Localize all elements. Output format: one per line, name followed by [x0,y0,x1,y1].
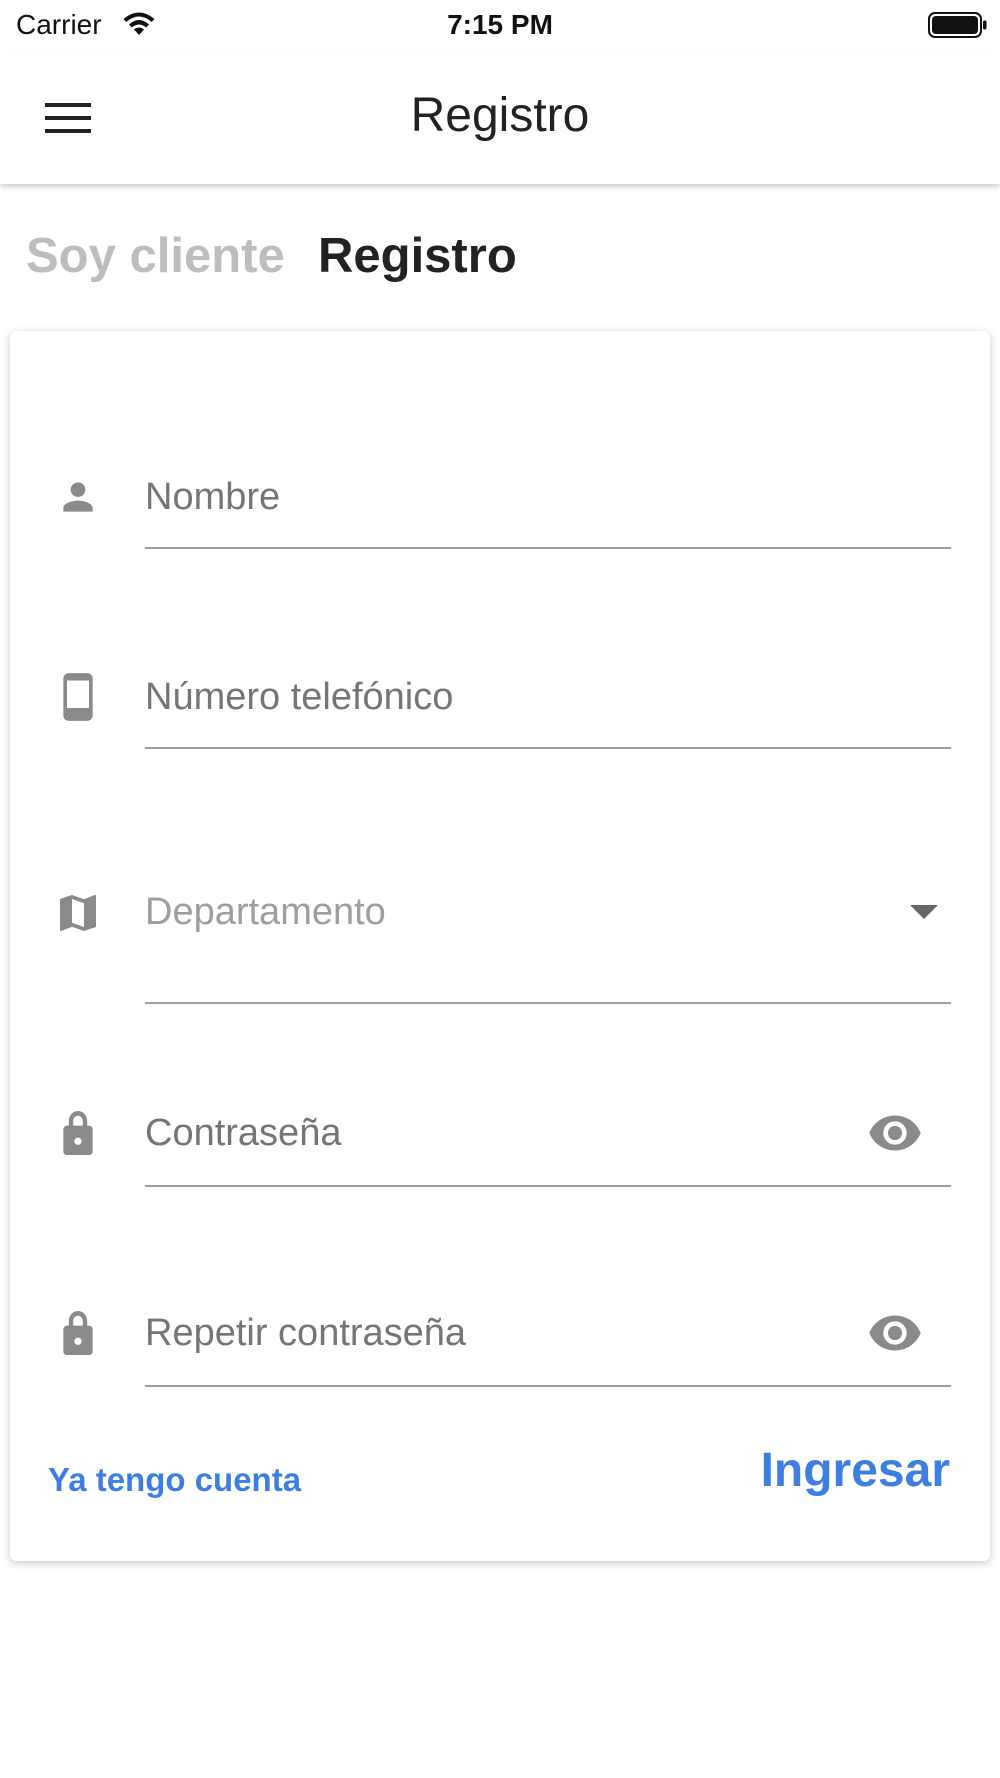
password-underline [145,1185,951,1187]
department-select[interactable]: Departamento [145,887,865,937]
phone-underline [145,747,951,749]
lock-icon [52,1107,104,1159]
repeat-password-visibility-toggle[interactable] [863,1307,927,1359]
have-account-link[interactable]: Ya tengo cuenta [48,1461,301,1499]
tab-soy-cliente[interactable]: Soy cliente [26,228,285,284]
page-title: Registro [410,89,590,142]
dropdown-arrow-icon[interactable] [908,897,940,929]
map-icon [52,887,104,939]
eye-icon [869,1315,921,1351]
name-input[interactable] [145,472,951,522]
department-underline [145,1002,951,1004]
status-bar: Carrier 7:15 PM [0,0,1000,52]
app-bar: Registro [0,52,1000,184]
status-time: 7:15 PM [447,9,553,40]
tab-registro[interactable]: Registro [318,228,517,284]
phone-icon [52,671,104,723]
person-icon [52,471,104,523]
phone-input[interactable] [145,672,951,722]
password-visibility-toggle[interactable] [863,1107,927,1159]
repeat-password-underline [145,1385,951,1387]
ingresar-button[interactable]: Ingresar [761,1443,950,1498]
lock-icon [52,1307,104,1359]
battery-icon [928,12,988,43]
registration-card: Departamento Ya tengo cuenta Ingresar [10,331,990,1561]
repeat-password-input[interactable] [145,1308,845,1358]
eye-icon [869,1115,921,1151]
password-input[interactable] [145,1108,845,1158]
name-underline [145,547,951,549]
